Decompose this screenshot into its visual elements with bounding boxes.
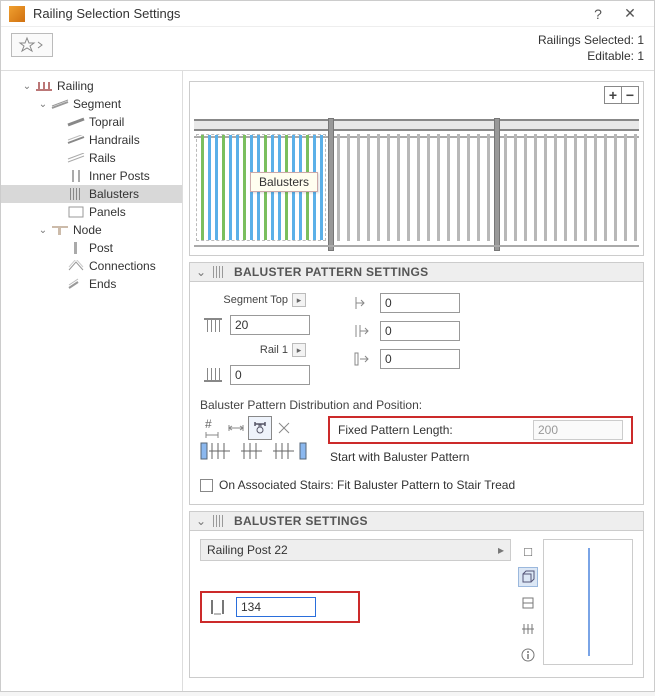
tree-item-ends[interactable]: Ends (1, 275, 182, 293)
tree-item-segment[interactable]: ⌄ Segment (1, 95, 182, 113)
rail1-input[interactable] (230, 365, 310, 385)
segment-top-flyout[interactable]: ▸ (292, 293, 306, 307)
symbol-plan-button[interactable] (518, 593, 538, 613)
segment-icon (51, 97, 69, 111)
distribution-label: Baluster Pattern Distribution and Positi… (200, 398, 633, 412)
baluster-offset-input[interactable] (236, 597, 316, 617)
baluster-3d-preview (543, 539, 633, 665)
tree-label: Rails (89, 151, 116, 165)
favorites-button[interactable] (11, 33, 53, 57)
collapse-icon[interactable]: ⌄ (196, 514, 210, 528)
node-icon (51, 223, 69, 237)
pattern-start-glyph (200, 440, 310, 462)
tree-item-handrails[interactable]: Handrails (1, 131, 182, 149)
railings-selected-label: Railings Selected: 1 (538, 33, 644, 49)
zoom-in-button[interactable]: + (604, 86, 622, 104)
chevron-right-icon: ▸ (498, 543, 504, 557)
tree-label: Toprail (89, 115, 124, 129)
svg-text:#: # (205, 418, 212, 431)
collapse-icon[interactable]: ⌄ (196, 265, 210, 279)
expand-icon[interactable]: ⌄ (37, 225, 49, 236)
balusters-icon (210, 266, 228, 278)
connections-icon (67, 259, 85, 273)
bottom-offset-icon (200, 365, 226, 385)
rails-icon (67, 151, 85, 165)
toprail-icon (67, 115, 85, 129)
fixed-pattern-length-row: Fixed Pattern Length: (328, 416, 633, 444)
rail1-flyout[interactable]: ▸ (292, 343, 306, 357)
baluster-profile-selector[interactable]: Railing Post 22 ▸ (200, 539, 511, 561)
tree-item-balusters[interactable]: Balusters (1, 185, 182, 203)
editable-count-label: Editable: 1 (538, 49, 644, 65)
window-title: Railing Selection Settings (33, 6, 582, 21)
balusters-icon (210, 515, 228, 527)
baluster-offset-icon (206, 597, 232, 617)
tree-label: Ends (89, 277, 116, 291)
panels-icon (67, 205, 85, 219)
tree-label: Handrails (89, 133, 140, 147)
fixed-pattern-length-input[interactable] (533, 420, 623, 440)
post-icon (67, 241, 85, 255)
baluster-profile-name: Railing Post 22 (207, 543, 498, 557)
dist-mode-spacing[interactable] (224, 416, 248, 440)
fit-to-stair-checkbox[interactable] (200, 479, 213, 492)
tree-item-post[interactable]: Post (1, 239, 182, 257)
expand-icon[interactable]: ⌄ (21, 81, 33, 92)
railing-icon (35, 79, 53, 93)
tree-label: Segment (73, 97, 121, 111)
panel-title: BALUSTER PATTERN SETTINGS (234, 265, 428, 279)
tree-label: Balusters (89, 187, 139, 201)
app-icon (9, 6, 25, 22)
close-button[interactable]: ✕ (614, 5, 646, 22)
handrails-icon (67, 133, 85, 147)
tree-label: Connections (89, 259, 156, 273)
fit-to-stair-label: On Associated Stairs: Fit Baluster Patte… (219, 478, 515, 492)
tree-label: Node (73, 223, 102, 237)
baluster-pattern-settings-header[interactable]: ⌄ BALUSTER PATTERN SETTINGS (189, 262, 644, 282)
help-button[interactable]: ? (582, 6, 614, 22)
dist-mode-fixed[interactable] (248, 416, 272, 440)
tree-item-node[interactable]: ⌄ Node (1, 221, 182, 239)
spacing-a-icon (350, 293, 376, 313)
tree-item-rails[interactable]: Rails (1, 149, 182, 167)
tree-item-connections[interactable]: Connections (1, 257, 182, 275)
fixed-pattern-length-label: Fixed Pattern Length: (338, 423, 533, 437)
inner-posts-icon (67, 169, 85, 183)
spacing-c-input[interactable] (380, 349, 460, 369)
balusters-icon (67, 187, 85, 201)
rail1-label: Rail 1 (260, 344, 288, 356)
symbol-section-button[interactable] (518, 619, 538, 639)
tree-label: Inner Posts (89, 169, 150, 183)
preview-tooltip: Balusters (250, 172, 318, 192)
ends-icon (67, 277, 85, 291)
expand-icon[interactable]: ⌄ (37, 99, 49, 110)
spacing-a-input[interactable] (380, 293, 460, 313)
baluster-settings-header[interactable]: ⌄ BALUSTER SETTINGS (189, 511, 644, 531)
symbol-info-button[interactable] (518, 645, 538, 665)
panel-title: BALUSTER SETTINGS (234, 514, 368, 528)
spacing-c-icon (350, 349, 376, 369)
top-offset-icon (200, 315, 226, 335)
tree-item-panels[interactable]: Panels (1, 203, 182, 221)
tree-label: Railing (57, 79, 94, 93)
tree-item-inner-posts[interactable]: Inner Posts (1, 167, 182, 185)
dist-mode-none[interactable] (272, 416, 296, 440)
tree-item-railing[interactable]: ⌄ Railing (1, 77, 182, 95)
zoom-out-button[interactable]: − (621, 86, 639, 104)
railing-preview[interactable]: + − Balusters (189, 81, 644, 256)
symbol-none-button[interactable]: □ (518, 541, 538, 561)
dist-mode-divide[interactable]: # (200, 416, 224, 440)
start-with-pattern-label: Start with Baluster Pattern (328, 444, 633, 470)
symbol-3d-button[interactable] (518, 567, 538, 587)
segment-top-label: Segment Top (223, 294, 288, 306)
tree-item-toprail[interactable]: Toprail (1, 113, 182, 131)
spacing-b-input[interactable] (380, 321, 460, 341)
navigation-tree: ⌄ Railing ⌄ Segment Toprail Handrails Ra… (1, 71, 183, 691)
tree-label: Post (89, 241, 113, 255)
tree-label: Panels (89, 205, 126, 219)
segment-top-input[interactable] (230, 315, 310, 335)
spacing-b-icon (350, 321, 376, 341)
